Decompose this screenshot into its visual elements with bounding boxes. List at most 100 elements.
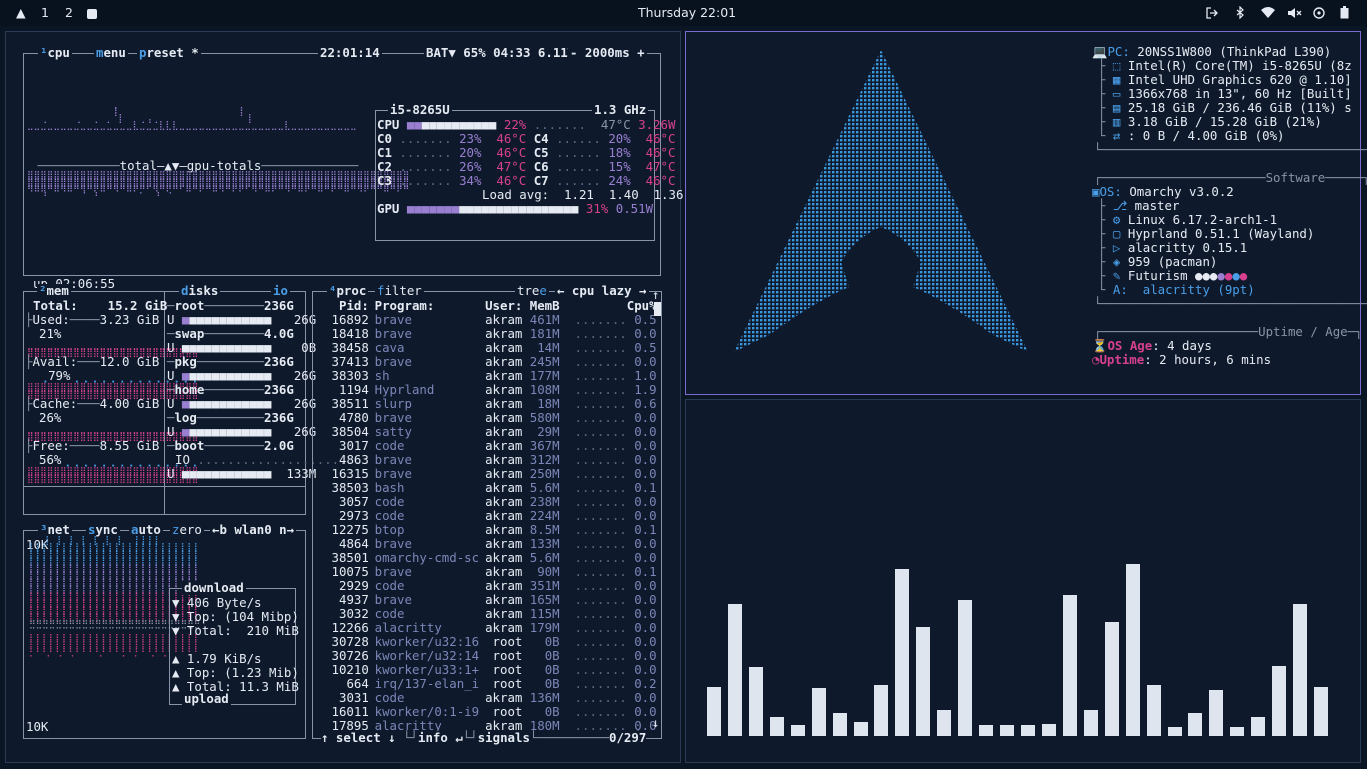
uptime-line: ◔Uptime: 2 hours, 6 mins <box>1092 352 1272 367</box>
mem-tab[interactable]: ²mem <box>37 284 71 298</box>
cpu-total-row: CPU ■■■■■■■■■■■■ 22% ....... 47°C 3.26W <box>377 117 676 132</box>
table-row[interactable]: 4937 brave akram 165M ....... 0.0 <box>315 593 661 607</box>
load-average: Load avg: 1.21 1.40 1.36 <box>482 187 684 202</box>
proc-footer[interactable]: ↑ select ↓ └┘info ↵└┘signals└───────────… <box>321 731 642 745</box>
cava-bar <box>874 685 889 736</box>
table-row[interactable]: 2929 code akram 351M ....... 0.0 <box>315 579 661 593</box>
disk-swap[interactable]: ─swap────────4.0G <box>167 327 294 341</box>
table-row[interactable]: 4864 brave akram 133M ....... 0.0 <box>315 537 661 551</box>
workspace-2[interactable]: 2 <box>65 5 73 21</box>
disk-boot-usage: U ■■■■■■■■■■■■ 133M <box>167 466 317 481</box>
cava-bar <box>832 713 847 736</box>
divider: └────────────────────────────────────┘ <box>1094 142 1367 157</box>
auto-toggle[interactable]: auto <box>129 523 163 537</box>
preset-button[interactable]: preset * <box>137 46 201 60</box>
net-box: ³net sync auto zero ←b wlan0 n→ 10K ⡇ ⡇ … <box>23 523 306 739</box>
disks-tab[interactable]: disks <box>179 284 221 298</box>
workspace-1[interactable]: 1 <box>41 5 49 21</box>
cava-bar <box>811 688 826 736</box>
table-row[interactable]: 30726 kworker/u32:14 root 0B ....... 0.0 <box>315 649 661 663</box>
gpu-row: GPU ■■■■■■■■■■■■■■■■■■■■■■■ 31% 0.51W <box>377 201 654 216</box>
cava-bar <box>1188 713 1203 736</box>
upload-top: ▲ Top: (1.23 Mib) <box>172 665 299 680</box>
clock[interactable]: Thursday 22:01 <box>638 5 736 21</box>
vpn-icon[interactable] <box>1313 7 1325 19</box>
core-row: C0 ....... 23% 46°C C4 ...... 20% 46°C <box>377 131 676 146</box>
disk-pkg[interactable]: ─pkg─────────236G <box>167 355 294 369</box>
proc-tab[interactable]: ⁴proc <box>327 284 369 298</box>
table-row[interactable]: 3017 code akram 367M ....... 0.0 <box>315 439 661 453</box>
disk-root-usage: U ■■■■■■■■■■■■ 26G <box>167 312 317 327</box>
update-interval[interactable]: - 2000ms + <box>568 46 647 60</box>
bluetooth-icon[interactable] <box>1236 6 1244 19</box>
omarchy-logo-icon[interactable]: ▲ <box>16 5 26 21</box>
table-row[interactable]: 38501 omarchy-cmd-sc akram 5.6M ....... 0.0 <box>315 551 661 565</box>
table-row[interactable]: 4863 brave akram 312M ....... 0.0 <box>315 453 661 467</box>
net-tab[interactable]: ³net <box>38 523 72 537</box>
volume-muted-icon[interactable] <box>1288 7 1302 19</box>
table-row[interactable]: 664 irq/137-elan_i root 0B ....... 0.2 <box>315 677 661 691</box>
scroll-up-icon[interactable]: ↑ <box>652 288 659 302</box>
disk-root[interactable]: ─root────────236G <box>167 299 294 313</box>
table-row[interactable]: 38504 satty akram 29M ....... 0.0 <box>315 425 661 439</box>
scroll-down-icon[interactable]: ↓ <box>652 716 659 730</box>
filter-button[interactable]: filter <box>375 284 424 298</box>
disk-home-usage: U ■■■■■■■■■■■■ 26G <box>167 396 317 411</box>
table-row[interactable]: 12275 btop akram 8.5M ....... 0.1 <box>315 523 661 537</box>
table-row[interactable]: 2973 code akram 224M ....... 0.0 <box>315 509 661 523</box>
cava-bar <box>958 600 973 736</box>
table-row[interactable]: 38303 sh akram 177M ....... 1.0 <box>315 369 661 383</box>
fastfetch-terminal[interactable]: 💻PC: 20NSS1W800 (ThinkPad L390) ├ ⬚ Inte… <box>685 31 1367 395</box>
table-row[interactable]: 3057 code akram 238M ....... 0.0 <box>315 495 661 509</box>
cpu-model: i5-8265U <box>388 102 452 117</box>
upload-rate: ▲ 1.79 KiB/s <box>172 651 262 666</box>
io-toggle[interactable]: io <box>271 284 290 298</box>
table-row[interactable]: 3031 code akram 136M ....... 0.0 <box>315 691 661 705</box>
table-row[interactable]: 18418 brave akram 181M ....... 0.0 <box>315 327 661 341</box>
btop-terminal[interactable]: ¹cpu menu preset * 22:01:14 BAT▼ 65% 04:… <box>5 31 684 763</box>
table-row[interactable]: 37413 brave akram 245M ....... 0.0 <box>315 355 661 369</box>
cava-bar <box>895 569 910 736</box>
interface-selector[interactable]: ←b wlan0 n→ <box>210 523 297 537</box>
table-row[interactable]: 30728 kworker/u32:16 root 0B ....... 0.0 <box>315 635 661 649</box>
proc-scrollbar-thumb[interactable] <box>654 302 661 316</box>
table-row[interactable]: 38503 bash akram 5.6M ....... 0.1 <box>315 481 661 495</box>
logout-icon[interactable] <box>1206 7 1218 19</box>
table-row[interactable]: 38458 cava akram 14M ....... 0.5 <box>315 341 661 355</box>
tree-toggle[interactable]: tree <box>515 284 549 298</box>
table-row[interactable]: 4780 brave akram 580M ....... 0.0 <box>315 411 661 425</box>
disk-log[interactable]: ─log─────────236G <box>167 411 294 425</box>
mem-free-pct: 56%⢀⢀⢀⢀⢀⢀⢀⢀⢀⢀⢀⢀⢀⢀⢀ <box>39 452 198 467</box>
menu-button[interactable]: menu <box>94 46 128 60</box>
disk-home[interactable]: ─home────────236G <box>167 383 294 397</box>
cava-bar <box>707 687 721 736</box>
workspace-active-icon[interactable] <box>87 7 97 23</box>
wifi-icon[interactable] <box>1261 7 1275 18</box>
disk-boot[interactable]: ─boot────────2.0G <box>167 439 294 453</box>
divider <box>24 486 305 487</box>
sync-toggle[interactable]: sync <box>86 523 120 537</box>
cava-bar <box>1083 710 1098 736</box>
table-row[interactable]: 10210 kworker/u33:1+ root 0B ....... 0.0 <box>315 663 661 677</box>
zero-toggle[interactable]: zero <box>170 523 204 537</box>
table-row[interactable]: 16315 brave akram 250M ....... 0.0 <box>315 467 661 481</box>
cava-bar <box>727 604 742 736</box>
table-row[interactable]: 16011 kworker/0:1-i9 root 0B ....... 0.0 <box>315 705 661 719</box>
table-row[interactable]: 12266 alacritty akram 179M ....... 0.0 <box>315 621 661 635</box>
sort-selector[interactable]: ← cpu lazy → <box>555 284 649 298</box>
hw-disk: ├ ▤ 25.18 GiB / 236.46 GiB (11%) s <box>1098 100 1352 115</box>
table-row[interactable]: 10075 brave akram 90M ....... 0.1 <box>315 565 661 579</box>
table-row[interactable]: 16892 brave akram 461M ....... 0.5 <box>315 313 661 327</box>
table-row[interactable]: 1194 Hyprland akram 108M ....... 1.9 <box>315 383 661 397</box>
uptime-header: ┌─────────────────────Uptime / Age─┐ <box>1094 324 1363 339</box>
divider: └────────────────────────────────────┘ <box>1094 296 1367 311</box>
battery-icon[interactable] <box>1340 6 1349 19</box>
cava-bar <box>790 725 805 736</box>
cpu-tab[interactable]: ¹cpu <box>38 46 72 60</box>
table-row[interactable]: 38511 slurp akram 18M ....... 0.6 <box>315 397 661 411</box>
table-row[interactable]: 3032 code akram 115M ....... 0.0 <box>315 607 661 621</box>
cava-bar <box>853 722 868 736</box>
mem-used: ├Used:────3.23 GiB <box>25 312 160 327</box>
cava-bar <box>1062 595 1077 736</box>
cava-bar <box>1000 725 1015 736</box>
